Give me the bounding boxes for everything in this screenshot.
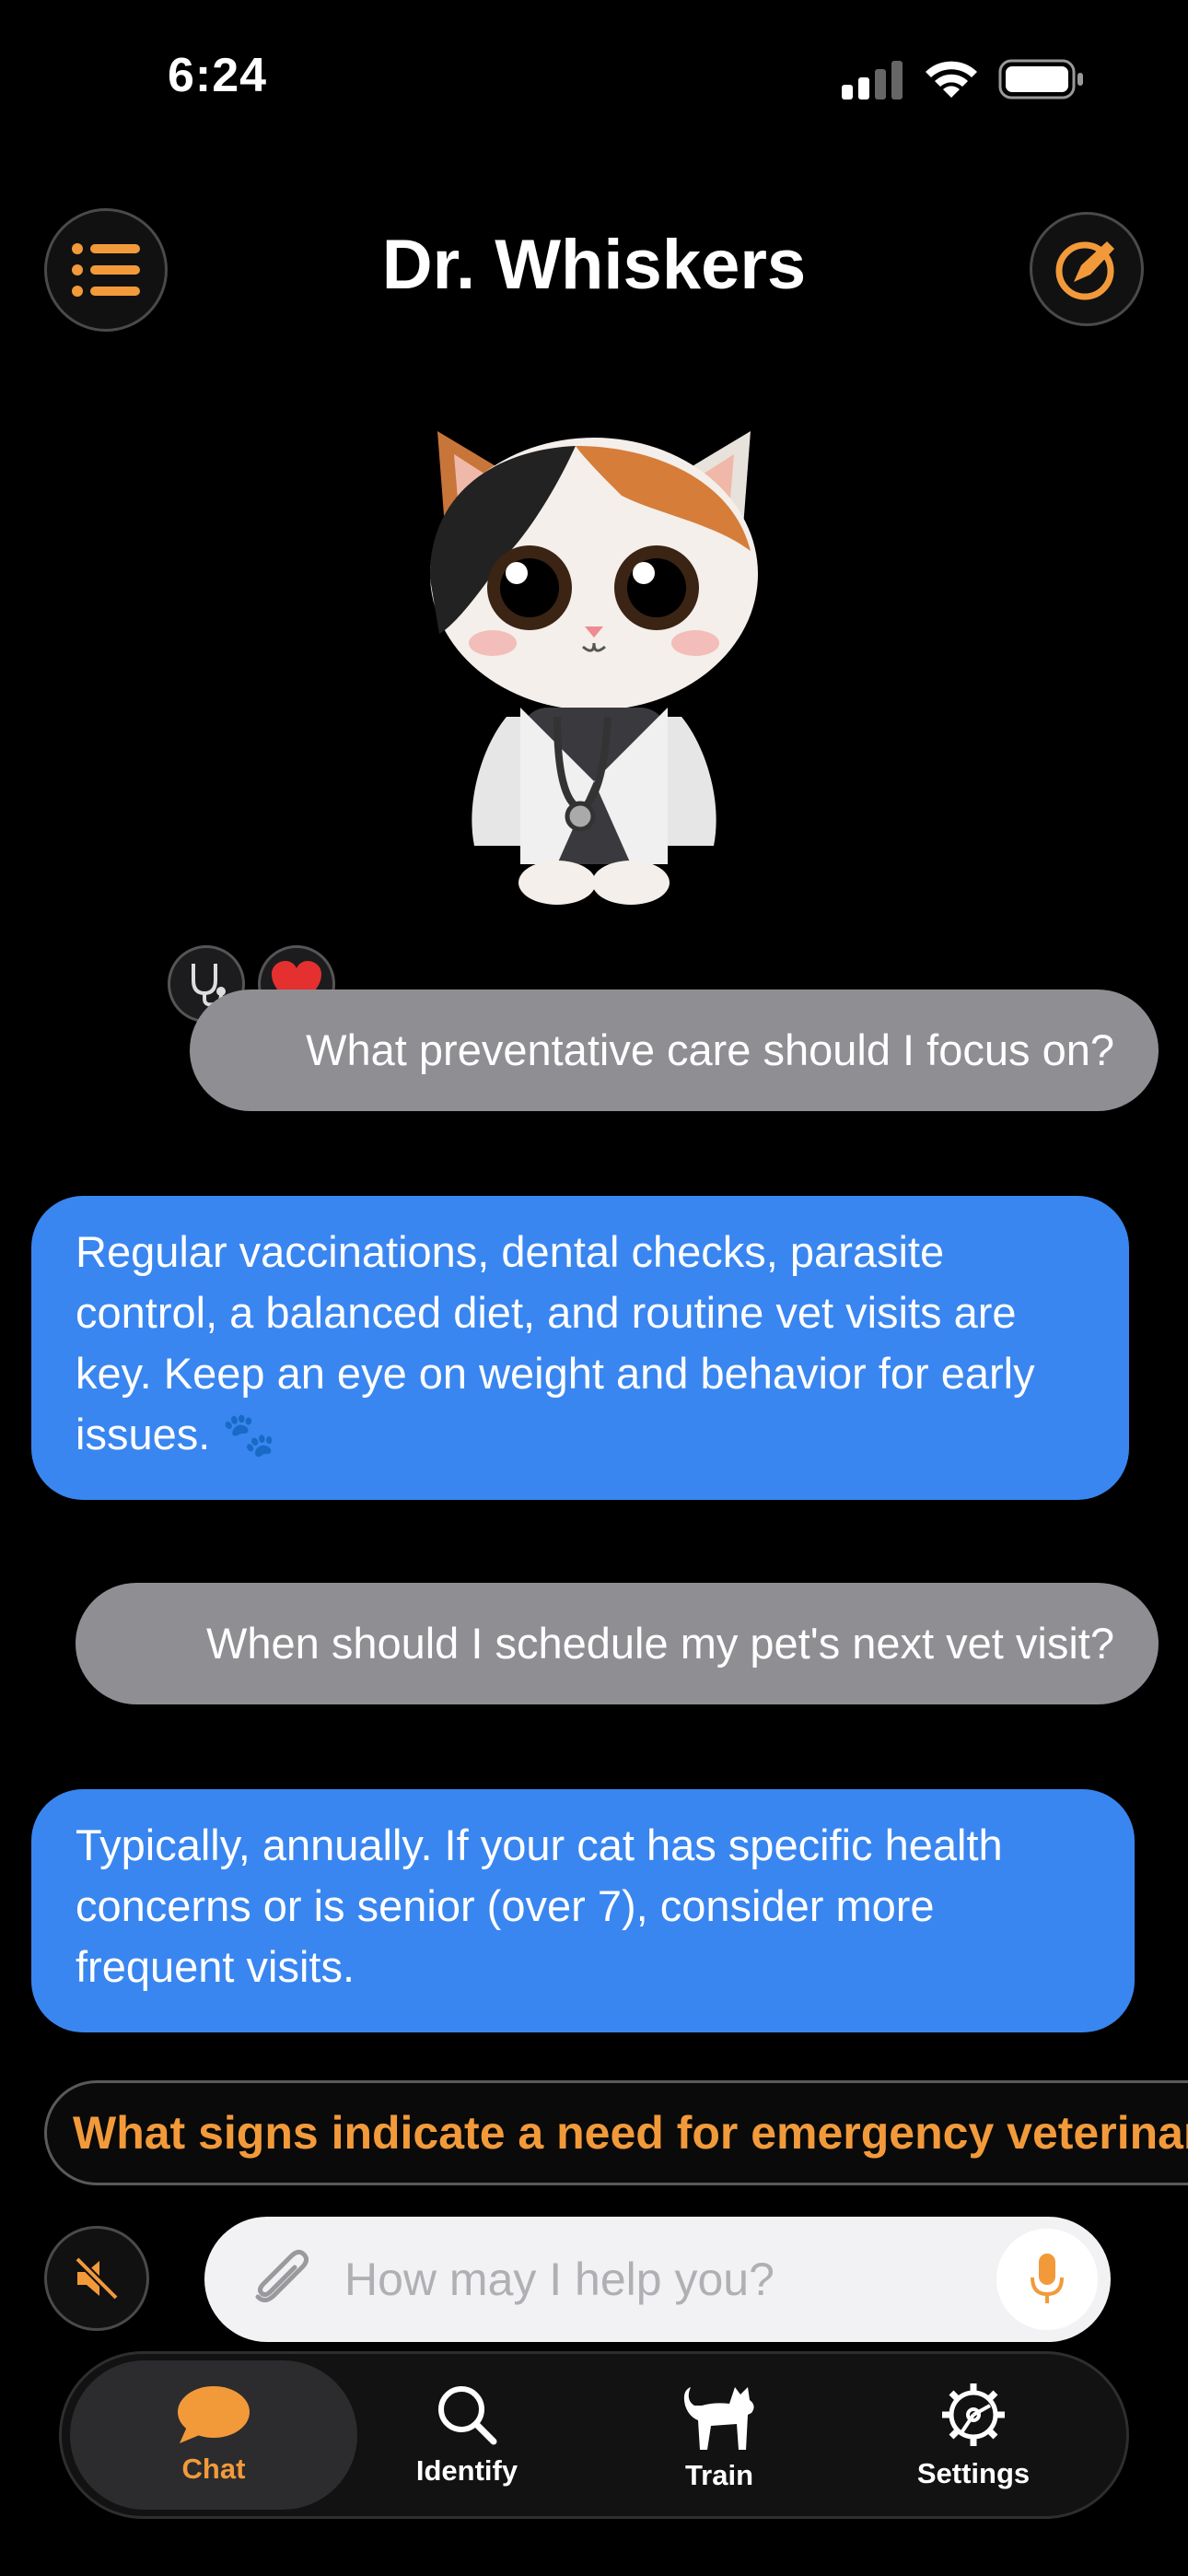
- tab-chat-label: Chat: [181, 2453, 246, 2485]
- page-title: Dr. Whiskers: [381, 226, 807, 304]
- user-message: What preventative care should I focus on…: [190, 989, 1159, 1111]
- tab-identify-label: Identify: [415, 2454, 518, 2487]
- suggestion-text: What signs indicate a need for emergency…: [73, 2107, 1188, 2159]
- user-message: When should I schedule my pet's next vet…: [76, 1583, 1159, 1704]
- wifi-icon: [926, 61, 977, 98]
- microphone-button[interactable]: [996, 2229, 1098, 2330]
- cat-icon: [683, 2387, 754, 2450]
- suggestion-chip[interactable]: What signs indicate a need for emergency…: [44, 2080, 1188, 2185]
- tab-identify[interactable]: Identify: [343, 2360, 591, 2510]
- assistant-message: Regular vaccinations, dental checks, par…: [31, 1196, 1129, 1500]
- microphone-icon: [1031, 2254, 1064, 2303]
- gear-icon: [942, 2383, 1005, 2446]
- message-composer: [204, 2217, 1111, 2342]
- tab-settings[interactable]: Settings: [849, 2360, 1098, 2510]
- new-chat-button[interactable]: [1030, 212, 1144, 326]
- battery-icon: [998, 59, 1083, 100]
- paperclip-icon[interactable]: [249, 2247, 313, 2312]
- message-input[interactable]: [343, 2252, 973, 2307]
- tab-chat[interactable]: Chat: [70, 2360, 357, 2510]
- tab-train-label: Train: [684, 2459, 754, 2491]
- status-time: 6:24: [168, 49, 268, 102]
- tab-settings-label: Settings: [916, 2457, 1031, 2489]
- cellular-signal-icon: [842, 61, 903, 100]
- assistant-message: Typically, annually. If your cat has spe…: [31, 1789, 1135, 2032]
- chat-bubble-icon: [178, 2386, 250, 2443]
- search-icon: [438, 2386, 497, 2445]
- cat-doctor-avatar: [429, 431, 758, 905]
- compass-edit-icon: [1055, 241, 1114, 300]
- speaker-muted-icon: [73, 2254, 121, 2302]
- mute-button[interactable]: [44, 2226, 149, 2331]
- tab-train[interactable]: Train: [595, 2360, 844, 2510]
